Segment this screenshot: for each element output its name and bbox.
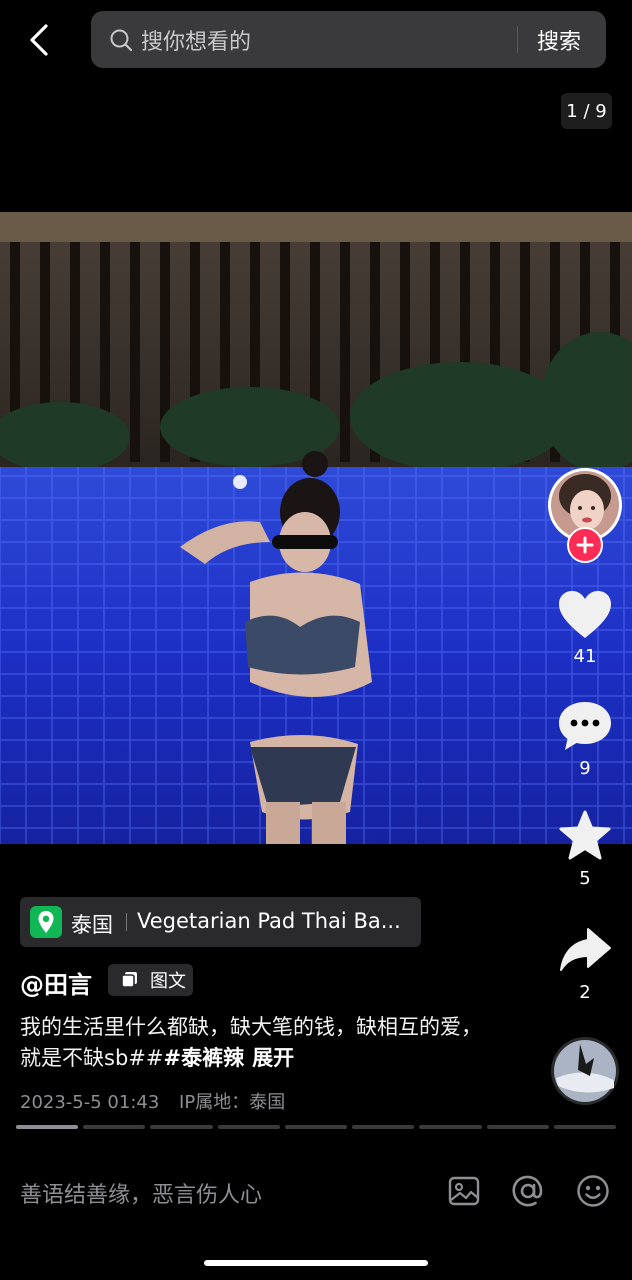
follow-button[interactable] bbox=[567, 527, 603, 563]
music-disc-icon bbox=[551, 1037, 619, 1105]
home-indicator bbox=[204, 1260, 428, 1266]
search-bar[interactable]: 搜你想看的 搜索 bbox=[91, 11, 606, 68]
at-icon bbox=[512, 1175, 543, 1207]
ip-location: IP属地：泰国 bbox=[179, 1092, 286, 1113]
like-button[interactable]: 41 bbox=[548, 590, 622, 667]
post-image[interactable] bbox=[0, 212, 632, 844]
search-divider bbox=[517, 26, 518, 53]
smiley-icon bbox=[577, 1175, 609, 1207]
heart-icon bbox=[559, 591, 611, 638]
star-icon bbox=[559, 810, 611, 860]
progress-segment bbox=[553, 1125, 616, 1129]
music-disc[interactable] bbox=[550, 1036, 620, 1106]
location-country: 泰国 bbox=[71, 913, 113, 937]
like-count: 41 bbox=[573, 646, 597, 667]
location-tag[interactable]: 泰国 Vegetarian Pad Thai Ba... bbox=[20, 897, 421, 947]
image-text-icon bbox=[121, 972, 137, 988]
expand-button[interactable]: 展开 bbox=[252, 1046, 294, 1070]
progress-segment bbox=[352, 1125, 415, 1129]
location-pin-icon bbox=[30, 906, 62, 938]
search-input[interactable]: 搜你想看的 bbox=[141, 24, 251, 56]
post-type-badge: 图文 bbox=[108, 964, 193, 996]
chevron-left-icon bbox=[30, 24, 48, 56]
progress-segment bbox=[150, 1125, 213, 1129]
post-caption: 我的生活里什么都缺，缺大笔的钱，缺相互的爱，就是不缺sb###泰裤辣 展开 bbox=[20, 1012, 500, 1074]
back-button[interactable] bbox=[22, 22, 56, 58]
post-meta: 2023-5-5 01:43 IP属地：泰国 bbox=[20, 1088, 299, 1114]
search-icon bbox=[110, 29, 133, 52]
comment-bubble-icon bbox=[559, 702, 611, 750]
location-place: Vegetarian Pad Thai Ba... bbox=[137, 909, 401, 933]
progress-segment bbox=[284, 1125, 348, 1129]
progress-segment bbox=[486, 1125, 549, 1129]
share-arrow-icon bbox=[560, 928, 611, 971]
comment-input[interactable]: 善语结善缘，恶言伤人心 bbox=[20, 1177, 262, 1209]
image-picker-button[interactable] bbox=[448, 1175, 480, 1207]
post-date: 2023-5-5 01:43 bbox=[20, 1092, 160, 1113]
share-button[interactable]: 2 bbox=[548, 926, 622, 1003]
pool-photo bbox=[0, 212, 632, 844]
comment-count: 9 bbox=[579, 758, 591, 779]
location-separator bbox=[126, 913, 127, 931]
image-progress-bar bbox=[16, 1125, 616, 1129]
favorite-count: 5 bbox=[579, 868, 591, 889]
caption-text: 我的生活里什么都缺，缺大笔的钱，缺相互的爱，就是不缺sb## bbox=[20, 1015, 482, 1070]
comment-button[interactable]: 9 bbox=[548, 700, 622, 779]
post-type-label: 图文 bbox=[150, 971, 186, 992]
emoji-button[interactable] bbox=[576, 1174, 610, 1208]
image-pager: 1 / 9 bbox=[561, 93, 612, 129]
mention-button[interactable] bbox=[511, 1174, 545, 1208]
image-icon bbox=[448, 1176, 480, 1206]
progress-segment bbox=[83, 1125, 146, 1129]
progress-segment bbox=[419, 1125, 482, 1129]
search-button[interactable]: 搜索 bbox=[537, 24, 581, 56]
share-count: 2 bbox=[579, 982, 591, 1003]
hashtag-link[interactable]: #泰裤辣 bbox=[163, 1046, 244, 1070]
progress-segment bbox=[217, 1125, 280, 1129]
author-name[interactable]: @田言 bbox=[20, 965, 92, 1000]
progress-segment bbox=[16, 1125, 79, 1129]
plus-icon bbox=[576, 536, 594, 554]
favorite-button[interactable]: 5 bbox=[548, 810, 622, 889]
